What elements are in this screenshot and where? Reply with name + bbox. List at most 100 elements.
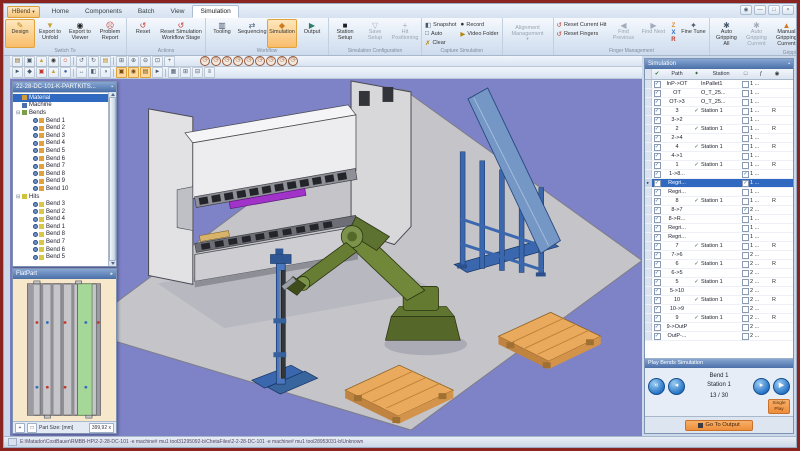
tab-view[interactable]: View [162,5,192,18]
row-handle[interactable] [645,161,652,169]
frame-icon[interactable]: ⊞ [180,67,191,78]
reset-fingers-button[interactable]: ↺ Reset Fingers [555,29,609,38]
row-checkbox[interactable] [653,143,661,151]
find-next-button[interactable]: ▶ Find Next [638,19,668,48]
alignment-management-button[interactable]: Alignment Management ▾ [504,19,552,48]
part-tree-header[interactable]: 22-28-DC-101-K-PARTKITS... ▪ [13,82,116,92]
row-checkbox[interactable] [653,197,661,205]
tab-simulation[interactable]: Simulation [192,5,239,18]
mirror-icon[interactable]: ◑ [100,67,111,78]
view-angle-icon[interactable]: ◷ [200,56,210,66]
tree-item[interactable]: Bend 6 [13,246,116,254]
simulation-row[interactable]: InP->OT InPallet1 1 ... [645,80,793,89]
maximize-button[interactable]: □ [768,5,780,15]
output-button[interactable]: ▶ Output [297,19,327,48]
station-setup-button[interactable]: ■ Station Setup [330,19,360,48]
simulation-row[interactable]: 5->10 2 ... [645,287,793,296]
row-checkbox[interactable] [653,152,661,160]
simulation-button[interactable]: ◆ Simulation [267,19,297,48]
option-checkbox[interactable] [742,188,749,196]
row-checkbox[interactable] [653,107,661,115]
viewport-3d[interactable]: 22-28-DC-101-K-PARTKITS... ▪ Material Ma… [10,79,642,436]
zoom-out-icon[interactable]: ⊖ [140,55,151,67]
snapshot-button[interactable]: ◧ Snapshot [423,20,458,29]
view-angle-icon[interactable]: ◷ [244,56,254,66]
collapse-icon[interactable]: ⊟ [192,67,203,78]
video-icon[interactable]: ▤ [140,67,151,78]
row-checkbox[interactable] [653,260,661,268]
option-checkbox[interactable] [742,251,749,259]
row-checkbox[interactable] [653,80,661,88]
play-button[interactable]: ▶ [773,378,790,395]
row-checkbox[interactable] [653,296,661,304]
row-handle[interactable] [645,116,652,124]
zxr-axis-button[interactable]: Z X R [668,19,678,48]
tooling-button[interactable]: ▥ Tooling [207,19,237,48]
row-handle[interactable] [645,206,652,214]
record-button[interactable]: ● Record [458,20,500,29]
option-checkbox[interactable] [742,161,749,169]
row-checkbox[interactable] [653,323,661,331]
robot-icon[interactable]: ● [60,67,71,78]
row-handle[interactable] [645,269,652,277]
tree-item[interactable]: Material [13,94,116,102]
simulation-row[interactable]: 7 ✓ Station 1 1 ... R [645,242,793,251]
row-handle[interactable] [645,251,652,259]
save-setup-button[interactable]: ▽ Save Setup [360,19,390,48]
row-handle[interactable] [645,260,652,268]
row-handle[interactable] [645,134,652,142]
checkbox-column-icon[interactable]: □ [741,71,750,77]
row-handle[interactable] [645,188,652,196]
simulation-row[interactable]: OutP-... 2 ... [645,332,793,341]
user-icon[interactable]: ◉ [740,5,752,15]
row-checkbox[interactable] [653,170,661,178]
sequencing-button[interactable]: ⇄ Sequencing [237,19,267,48]
simulation-row[interactable]: 10 ✓ Station 1 2 ... R [645,296,793,305]
option-checkbox[interactable] [742,206,749,214]
option-checkbox[interactable] [742,233,749,241]
tree-item[interactable]: ⊟ Bends [13,109,116,117]
option-checkbox[interactable] [742,116,749,124]
tree-item[interactable]: Bend 6 [13,155,116,163]
auto-gripping-all-button[interactable]: ✱ Auto Gripping All [711,19,741,50]
row-handle[interactable] [645,314,652,322]
single-play-button[interactable]: Single Play [768,399,790,414]
minimize-button[interactable]: — [754,5,766,15]
row-checkbox[interactable] [653,305,661,313]
redo-icon[interactable]: ↻ [88,55,99,67]
simulation-row[interactable]: 9->OutP 2 ... [645,323,793,332]
simulation-row[interactable]: 2->4 1 ... [645,134,793,143]
previous-hit-button[interactable]: ◂ [668,378,685,395]
row-checkbox[interactable] [653,116,661,124]
tab-components[interactable]: Components [77,5,130,18]
option-checkbox[interactable] [742,80,749,88]
tree-item[interactable]: Bend 7 [13,162,116,170]
simulation-row[interactable]: 8->7 2 ... [645,206,793,215]
row-handle[interactable] [645,80,652,88]
simulation-row[interactable]: 7->6 2 ... [645,251,793,260]
row-checkbox[interactable] [653,98,661,106]
tree-item[interactable]: Bend 8 [13,170,116,178]
view-angle-icon[interactable]: ◷ [211,56,221,66]
row-checkbox[interactable] [653,179,661,187]
option-checkbox[interactable] [742,107,749,115]
option-checkbox[interactable] [742,224,749,232]
option-checkbox[interactable] [742,134,749,142]
section-icon[interactable]: ◧ [88,67,99,78]
zoom-fit-icon[interactable]: ⊡ [152,55,163,67]
tree-scrollbar[interactable] [108,92,116,266]
simulation-row[interactable]: Regri... 1 ... [645,233,793,242]
tree-item[interactable]: Bend 10 [13,185,116,193]
flatpart-header[interactable]: FlatPart ▸ [13,269,116,279]
row-checkbox[interactable] [653,269,661,277]
simulation-row[interactable]: 1->8... 1 ... [645,170,793,179]
row-checkbox[interactable] [653,125,661,133]
row-checkbox[interactable] [653,233,661,241]
row-handle[interactable] [645,89,652,97]
tab-batch[interactable]: Batch [130,5,163,18]
eye-icon[interactable]: ◉ [48,55,59,67]
flatpart-drawing[interactable] [13,279,116,421]
row-handle[interactable] [645,332,652,340]
option-checkbox[interactable] [742,314,749,322]
machine-icon[interactable]: ▣ [24,55,35,67]
